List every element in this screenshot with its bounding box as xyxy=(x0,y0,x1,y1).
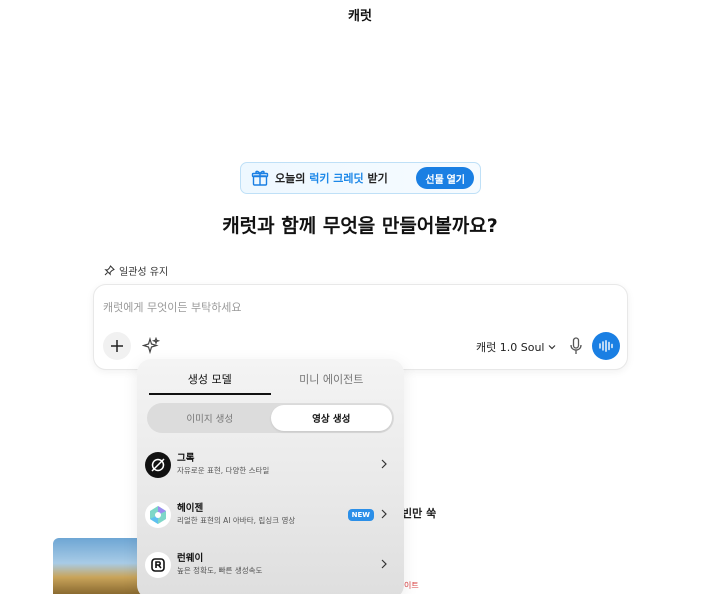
consistency-toggle[interactable]: 일관성 유지 xyxy=(104,263,168,278)
model-picker-popup: 생성 모델 미니 에이전트 이미지 생성 영상 생성 그록 자유로운 표현, 다… xyxy=(137,359,404,594)
model-name: 그록 xyxy=(177,453,195,464)
model-row-grok[interactable]: 그록 자유로운 표현, 다양한 스타일 xyxy=(145,447,396,483)
model-row-heygen[interactable]: 헤이젠 리얼한 표현의 AI 아바타, 립싱크 영상 NEW xyxy=(145,497,396,533)
promo-prefix: 오늘의 xyxy=(275,172,310,185)
plus-icon xyxy=(111,340,123,352)
gift-icon xyxy=(251,169,269,187)
chevron-right-icon xyxy=(381,559,387,569)
background-red-text: 이트 xyxy=(404,581,419,590)
chevron-down-icon xyxy=(549,345,556,350)
add-button[interactable] xyxy=(103,332,131,360)
tab-mini-agent[interactable]: 미니 에이전트 xyxy=(271,359,393,395)
lucky-credit-banner[interactable]: 오늘의 럭키 크레딧 받기 선물 열기 xyxy=(240,162,481,194)
model-selector-label: 캐럿 1.0 Soul xyxy=(476,341,545,354)
app-title: 캐럿 xyxy=(348,9,372,24)
chevron-right-icon xyxy=(381,509,387,519)
pin-icon xyxy=(104,265,115,276)
promo-highlight: 럭키 크레딧 xyxy=(309,172,364,185)
background-heading: 빈만 쑥 xyxy=(402,507,437,520)
voice-mode-button[interactable] xyxy=(592,332,620,360)
prompt-composer: 캐럿에게 무엇이든 부탁하세요 캐럿 1.0 Soul xyxy=(93,284,628,370)
hero-title: 캐럿과 함께 무엇을 만들어볼까요? xyxy=(222,215,498,237)
model-row-runway[interactable]: 런웨이 높은 정확도, 빠른 생성속도 xyxy=(145,547,396,583)
popup-tabs: 생성 모델 미니 에이전트 xyxy=(149,359,392,395)
generation-type-toggle: 이미지 생성 영상 생성 xyxy=(147,403,394,433)
runway-icon xyxy=(145,552,171,578)
model-description: 높은 정확도, 빠른 생성속도 xyxy=(177,566,263,575)
sparkle-icon xyxy=(142,337,160,355)
prompt-input[interactable]: 캐럿에게 무엇이든 부탁하세요 xyxy=(103,299,242,315)
tab-generation-models[interactable]: 생성 모델 xyxy=(149,359,271,395)
heygen-icon xyxy=(145,502,171,528)
background-thumbnail[interactable] xyxy=(53,538,143,594)
mic-icon xyxy=(570,337,582,354)
consistency-label: 일관성 유지 xyxy=(119,267,169,278)
new-badge: NEW xyxy=(347,509,374,521)
promo-text: 오늘의 럭키 크레딧 받기 xyxy=(275,170,388,186)
model-selector[interactable]: 캐럿 1.0 Soul xyxy=(476,339,556,355)
segment-video-generation[interactable]: 영상 생성 xyxy=(270,405,392,431)
segment-image-generation[interactable]: 이미지 생성 xyxy=(149,405,271,431)
open-gift-button[interactable]: 선물 열기 xyxy=(416,167,474,189)
mic-button[interactable] xyxy=(567,336,585,356)
model-description: 자유로운 표현, 다양한 스타일 xyxy=(177,466,270,475)
model-name: 런웨이 xyxy=(177,553,204,564)
promo-suffix: 받기 xyxy=(363,172,388,185)
model-name: 헤이젠 xyxy=(177,503,204,514)
model-description: 리얼한 표현의 AI 아바타, 립싱크 영상 xyxy=(177,516,296,525)
grok-icon xyxy=(145,452,171,478)
sparkle-button[interactable] xyxy=(140,335,162,357)
chevron-right-icon xyxy=(381,459,387,469)
waveform-icon xyxy=(599,340,613,352)
